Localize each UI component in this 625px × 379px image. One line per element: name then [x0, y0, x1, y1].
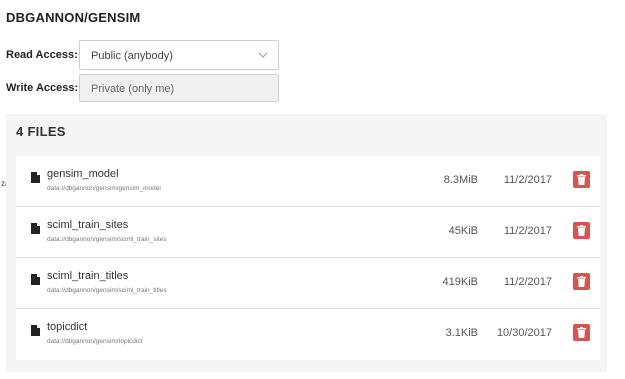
trash-icon: [577, 276, 586, 287]
read-access-select[interactable]: Public (anybody): [79, 40, 279, 70]
file-name[interactable]: gensim_model: [47, 168, 119, 180]
read-access-label: Read Access:: [6, 49, 78, 61]
file-path: data://dbgannon/gensim/topicdict: [47, 338, 143, 345]
write-access-value: Private (only me): [91, 83, 175, 95]
delete-button[interactable]: [573, 222, 590, 239]
file-icon: [31, 223, 40, 234]
file-name[interactable]: sciml_train_titles: [47, 270, 128, 282]
delete-button[interactable]: [573, 324, 590, 341]
trash-icon: [577, 327, 586, 338]
delete-button[interactable]: [573, 273, 590, 290]
file-row[interactable]: topicdict data://dbgannon/gensim/topicdi…: [16, 309, 600, 360]
files-list: gensim_model data://dbgannon/gensim/gens…: [6, 146, 607, 372]
file-name[interactable]: sciml_train_sites: [47, 219, 128, 231]
file-path: data://dbgannon/gensim/gensim_model: [47, 185, 161, 192]
file-name[interactable]: topicdict: [47, 321, 87, 333]
file-row[interactable]: sciml_train_sites data://dbgannon/gensim…: [16, 207, 600, 258]
chevron-down-icon: [258, 52, 268, 58]
files-panel: 4 FILES gensim_model data://dbgannon/gen…: [6, 114, 607, 372]
file-icon: [31, 325, 40, 336]
trash-icon: [577, 174, 586, 185]
file-icon: [31, 172, 40, 183]
file-size: 45KiB: [448, 225, 478, 237]
file-size: 8.3MiB: [443, 174, 478, 186]
page-title: DBGANNON/GENSIM: [6, 10, 141, 25]
trash-icon: [577, 225, 586, 236]
file-size: 3.1KiB: [445, 327, 478, 339]
file-date: 11/2/2017: [503, 225, 552, 237]
read-access-value: Public (anybody): [91, 50, 173, 62]
file-path: data://dbgannon/gensim/sciml_train_title…: [47, 287, 167, 294]
file-row[interactable]: sciml_train_titles data://dbgannon/gensi…: [16, 258, 600, 309]
file-path: data://dbgannon/gensim/sciml_train_sites: [47, 236, 167, 243]
write-access-field: Private (only me): [79, 74, 279, 102]
files-header: 4 FILES: [16, 124, 66, 139]
file-date: 11/2/2017: [503, 276, 552, 288]
delete-button[interactable]: [573, 171, 590, 188]
write-access-label: Write Access:: [6, 82, 79, 94]
file-icon: [31, 274, 40, 285]
file-size: 419KiB: [442, 276, 478, 288]
file-date: 10/30/2017: [496, 327, 552, 339]
file-row[interactable]: gensim_model data://dbgannon/gensim/gens…: [16, 156, 600, 207]
file-date: 11/2/2017: [503, 174, 552, 186]
